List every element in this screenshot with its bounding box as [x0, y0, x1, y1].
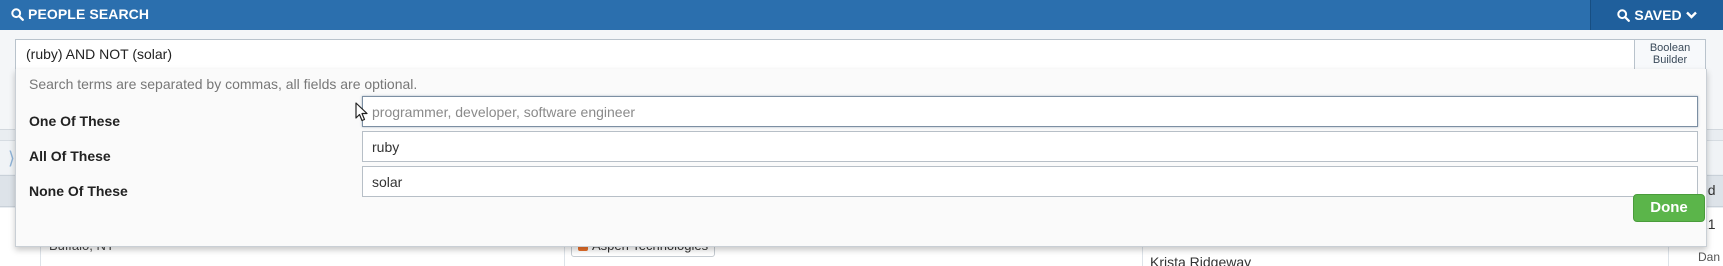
- expand-icon: ⟩: [8, 148, 16, 168]
- search-icon: [11, 7, 24, 21]
- boolean-builder-popover: Search terms are separated by commas, al…: [15, 69, 1707, 247]
- boolean-builder-button[interactable]: Boolean Builder: [1635, 39, 1706, 70]
- saved-label: SAVED: [1634, 7, 1682, 23]
- all-of-these-label: All Of These: [29, 148, 111, 164]
- boolean-query-input[interactable]: (ruby) AND NOT (solar): [15, 39, 1635, 70]
- one-of-these-input[interactable]: [362, 96, 1698, 127]
- done-button[interactable]: Done: [1633, 194, 1705, 222]
- builder-hint: Search terms are separated by commas, al…: [29, 76, 418, 92]
- page-title-text: PEOPLE SEARCH: [28, 6, 150, 22]
- people-search-header: PEOPLE SEARCH SAVED: [0, 0, 1723, 30]
- boolean-builder-label-line1: Boolean: [1649, 42, 1691, 54]
- none-of-these-label: None Of These: [29, 183, 128, 199]
- person-name[interactable]: Krista Ridgeway: [1150, 254, 1251, 266]
- saved-searches-button[interactable]: SAVED: [1590, 0, 1723, 30]
- none-of-these-input[interactable]: [362, 166, 1698, 197]
- chevron-down-icon: [1685, 11, 1697, 19]
- mouse-cursor-icon: [355, 102, 369, 127]
- page-title: PEOPLE SEARCH: [11, 6, 149, 22]
- all-of-these-input[interactable]: [362, 131, 1698, 162]
- search-icon: [1617, 8, 1631, 22]
- boolean-builder-label-line2: Builder: [1652, 54, 1688, 66]
- one-of-these-label: One Of These: [29, 113, 121, 129]
